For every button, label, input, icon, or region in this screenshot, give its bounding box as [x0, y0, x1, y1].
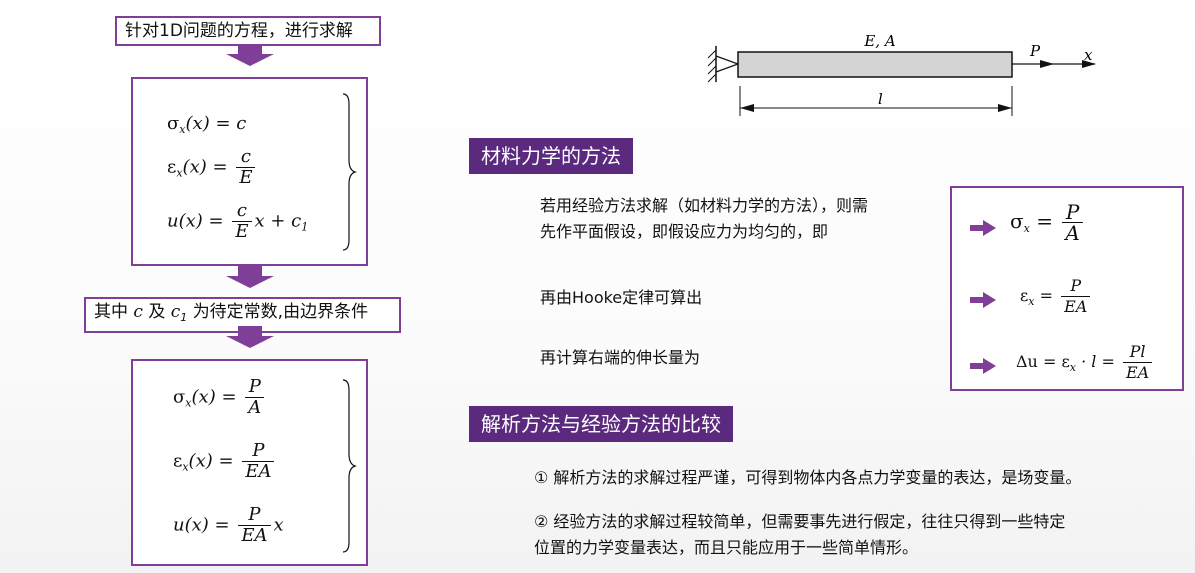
mid-label-c1: c	[170, 302, 181, 322]
eq-strain-general: εx(x) = cE	[167, 147, 258, 188]
brace-2	[342, 379, 357, 553]
axis-label: x	[1084, 46, 1093, 64]
bar-label-ea: E, A	[863, 32, 895, 50]
mid-label-prefix: 其中	[94, 302, 128, 322]
force-label: P	[1029, 42, 1041, 60]
arrow-right-icon	[970, 292, 996, 312]
length-label: l	[878, 90, 883, 108]
result-box: σx = PA εx = P EA Δu = εx · l = Pl EA	[950, 186, 1184, 391]
comparison-item-2-line1: ② 经验方法的求解过程较简单，但需要事先进行假定，往往只得到一些特定	[534, 512, 1066, 531]
comparison-item-2-line2: 位置的力学变量表达，而且只能应用于一些简单情形。	[534, 538, 919, 557]
para-assumption: 若用经验方法求解（如材料力学的方法），则需 先作平面假设，即假设应力为均匀的，即	[540, 193, 868, 245]
down-arrow-1	[226, 44, 274, 66]
comparison-item-1: ① 解析方法的求解过程严谨，可得到物体内各点力学变量的表达，是场变量。	[534, 468, 1082, 487]
equation-box-2: σx(x) = PA εx(x) = P EA u(x) = P EA x	[131, 359, 368, 566]
arrow-right-icon	[970, 358, 996, 378]
eq-stress-general: σx(x) = c	[167, 113, 247, 136]
para-assumption-line2: 先作平面假设，即假设应力为均匀的，即	[540, 222, 829, 241]
length-dimension	[739, 86, 1013, 116]
comparison-item-2: ② 经验方法的求解过程较简单，但需要事先进行假定，往往只得到一些特定 位置的力学…	[534, 509, 1065, 561]
down-arrow-3	[226, 326, 274, 348]
bar-diagram: E, A P x l	[707, 32, 1096, 116]
eq-displacement-general: u(x) = cEx + c1	[167, 200, 309, 242]
eq-stress-result: σx = PA	[1010, 202, 1086, 243]
section-title-mechanics: 材料力学的方法	[469, 138, 633, 174]
mid-label-suffix: 为待定常数,由边界条件	[192, 302, 369, 322]
eq-stress-solution: σx(x) = PA	[173, 377, 267, 418]
down-arrow-2	[226, 266, 274, 288]
eq-elongation-result: Δu = εx · l = Pl EA	[1016, 342, 1155, 383]
brace-1	[342, 93, 357, 251]
eq-strain-result: εx = P EA	[1020, 276, 1093, 317]
mid-label-and: 及	[148, 302, 166, 322]
fixed-support-icon	[707, 46, 740, 83]
para-assumption-line1: 若用经验方法求解（如材料力学的方法），则需	[540, 196, 869, 215]
section-title-comparison: 解析方法与经验方法的比较	[469, 406, 733, 442]
para-hooke: 再由Hooke定律可算出	[540, 288, 703, 307]
eq-displacement-solution: u(x) = P EA x	[173, 504, 284, 546]
top-label-box: 针对1D问题的方程，进行求解	[115, 16, 381, 46]
equation-box-1: σx(x) = c εx(x) = cE u(x) = cEx + c1	[131, 77, 368, 266]
eq-strain-solution: εx(x) = P EA	[173, 441, 277, 482]
top-label: 针对1D问题的方程，进行求解	[125, 21, 353, 41]
para-elongation: 再计算右端的伸长量为	[540, 348, 701, 367]
mid-label-c1-sub: 1	[180, 311, 188, 324]
arrow-right-icon	[970, 220, 996, 240]
bar-rect	[737, 51, 1013, 78]
mid-label-c: c	[133, 302, 143, 322]
